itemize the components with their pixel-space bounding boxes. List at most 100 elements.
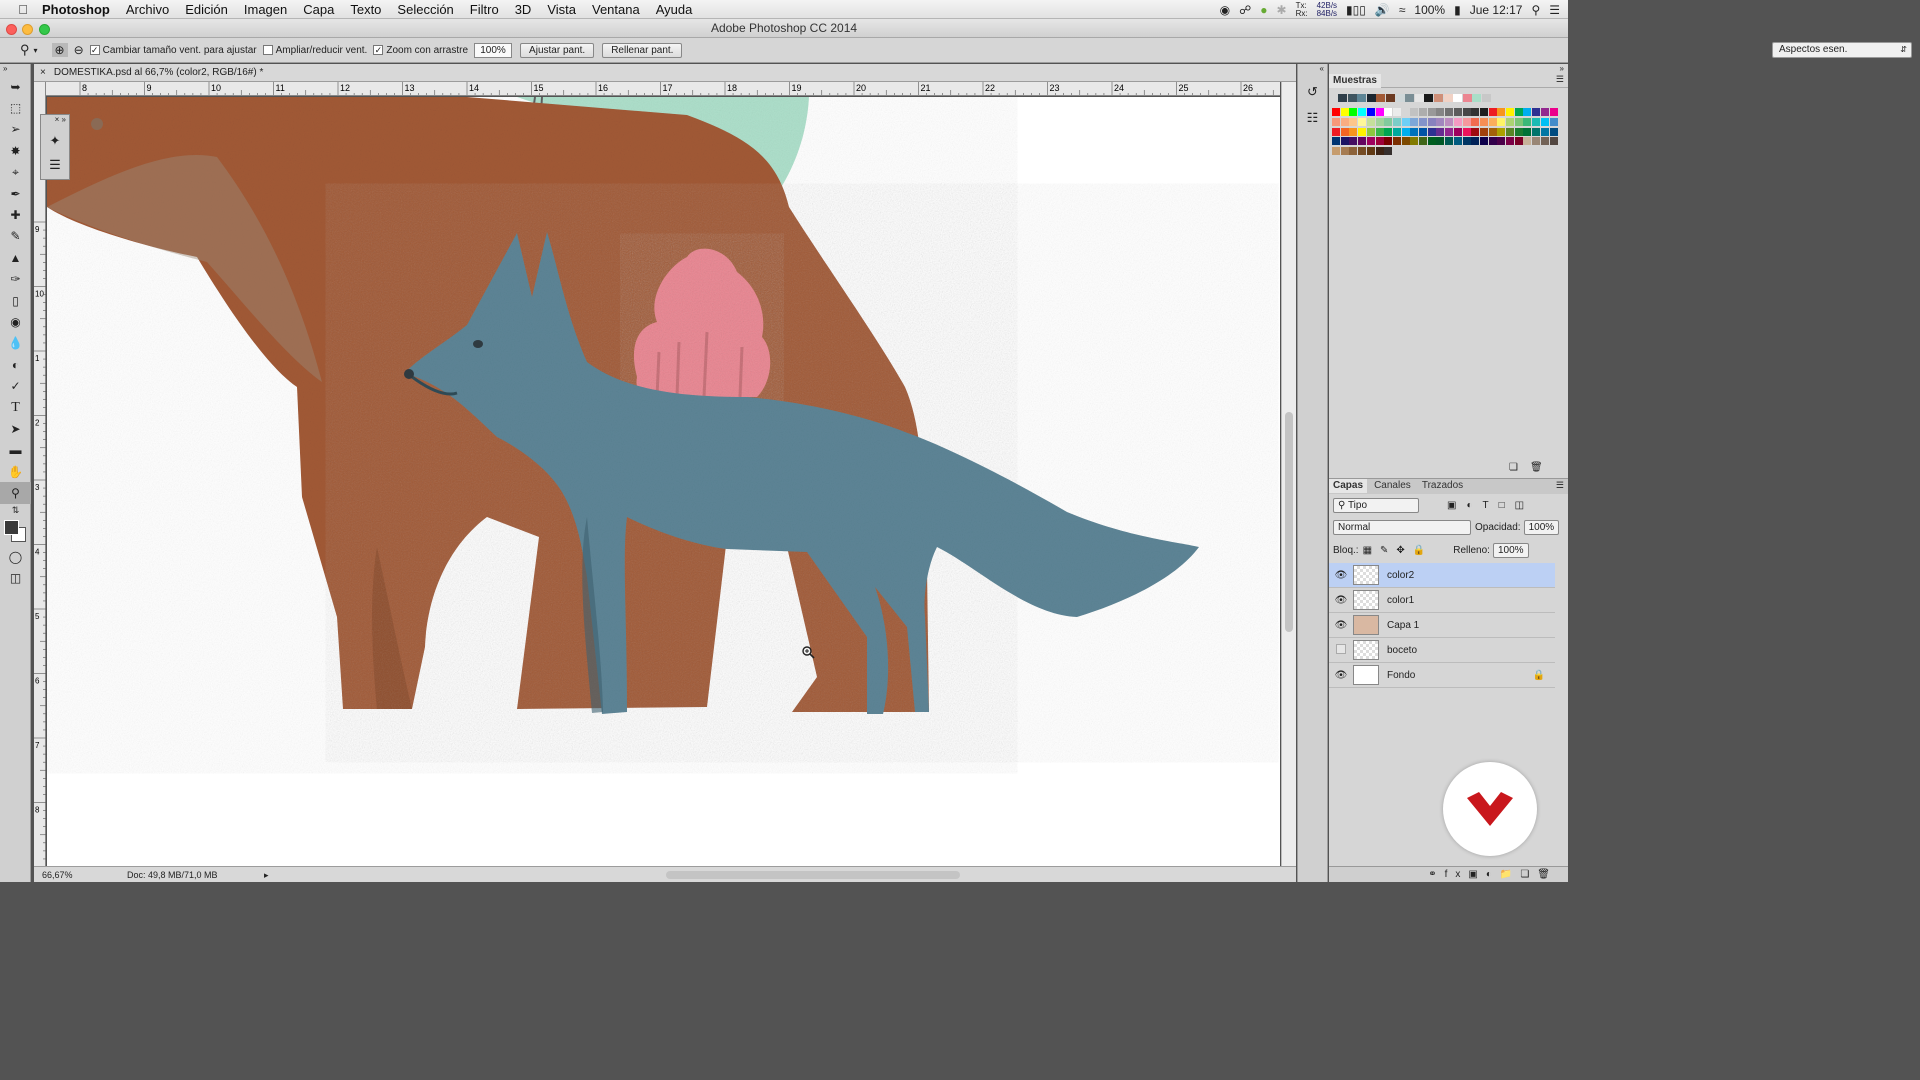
visibility-eye-icon[interactable]: 👁 [1329, 595, 1353, 606]
swatch[interactable] [1358, 137, 1367, 146]
delete-swatch-icon[interactable]: 🗑 [1530, 462, 1555, 473]
zoom-out-icon[interactable]: ⊖ [74, 43, 84, 57]
notification-center-icon[interactable]: ☰ [1549, 3, 1560, 17]
swatch[interactable] [1532, 127, 1541, 136]
swatch[interactable] [1340, 127, 1349, 136]
hand-tool-icon[interactable]: ✋ [0, 461, 31, 482]
swatch[interactable] [1471, 108, 1480, 116]
swatch[interactable] [1338, 94, 1347, 102]
swatch[interactable] [1453, 137, 1462, 146]
scrubby-zoom-option[interactable]: ✓ Zoom con arrastre [373, 45, 468, 56]
zoom-all-checkbox[interactable] [262, 45, 273, 55]
swatch[interactable] [1349, 117, 1358, 126]
swatch[interactable] [1386, 94, 1395, 102]
record-icon[interactable]: ◉ [1220, 3, 1230, 17]
swatch[interactable] [1532, 117, 1541, 126]
brush-settings-icon[interactable]: ☰ [41, 157, 69, 173]
swatch[interactable] [1340, 117, 1349, 126]
swatch[interactable] [1472, 94, 1482, 102]
swatch[interactable] [1506, 117, 1514, 126]
swap-colors-icon[interactable]: ⇅ [0, 504, 31, 518]
rectangle-tool-icon[interactable]: ▬ [0, 440, 31, 461]
swatch[interactable] [1549, 127, 1558, 136]
swatch[interactable] [1332, 117, 1340, 126]
swatch[interactable] [1347, 94, 1357, 102]
quick-mask-icon[interactable]: ◯ [0, 546, 31, 567]
status-menu-arrow-icon[interactable]: ▸ [264, 867, 269, 883]
filter-type-icon[interactable]: T [1483, 500, 1499, 511]
swatches-grid[interactable] [1332, 90, 1558, 198]
zoom-window-button[interactable] [39, 24, 50, 35]
swatch[interactable] [1401, 117, 1410, 126]
filter-adjustment-icon[interactable]: ◐ [1466, 500, 1482, 511]
link-layers-icon[interactable]: ⚭ [1428, 869, 1444, 880]
ruler-vertical[interactable]: 9 10 1 2 3 4 5 6 7 8 [34, 82, 46, 866]
swatch[interactable] [1349, 137, 1358, 146]
layers-menu-icon[interactable]: ☰ [1556, 480, 1564, 491]
swatch[interactable] [1453, 117, 1462, 126]
layer-filter-dropdown[interactable]: ⚲ Tipo [1333, 498, 1419, 513]
swatch[interactable] [1376, 94, 1386, 102]
zoom-in-icon[interactable]: ⊕ [51, 43, 68, 57]
layer-row[interactable]: 👁 color1 [1329, 588, 1555, 613]
layer-row[interactable]: 👁 color2 [1329, 563, 1555, 588]
swatch[interactable] [1445, 108, 1454, 116]
path-selection-tool-icon[interactable]: ➤ [0, 418, 31, 439]
visibility-eye-icon[interactable]: 👁 [1329, 670, 1353, 681]
swatch[interactable] [1471, 137, 1480, 146]
swatch[interactable] [1395, 94, 1405, 102]
new-swatch-icon[interactable]: ❏ [1509, 462, 1530, 473]
swatch[interactable] [1332, 137, 1340, 146]
clone-stamp-tool-icon[interactable]: ▲ [0, 247, 31, 268]
menu-edicion[interactable]: Edición [177, 2, 236, 17]
new-layer-icon[interactable]: ❏ [1520, 869, 1537, 880]
swatch[interactable] [1479, 117, 1488, 126]
menu-3d[interactable]: 3D [507, 2, 540, 17]
swatch[interactable] [1358, 108, 1367, 116]
cpu-meter-icon[interactable]: ▮▯▯ [1346, 3, 1366, 17]
add-mask-icon[interactable]: ▣ [1468, 869, 1485, 880]
swatch[interactable] [1479, 127, 1488, 136]
collapse-tools-icon[interactable]: » [0, 64, 30, 76]
quick-selection-tool-icon[interactable]: ✸ [0, 140, 31, 161]
tool-preset-dropdown-icon[interactable]: ▾ [34, 46, 38, 55]
swatch[interactable] [1540, 127, 1549, 136]
resize-windows-option[interactable]: ✓ Cambiar tamaño vent. para ajustar [89, 45, 257, 56]
horizontal-scroll-thumb[interactable] [666, 871, 960, 879]
vertical-scrollbar[interactable] [1281, 82, 1296, 866]
swatch[interactable] [1497, 137, 1506, 146]
swatch[interactable] [1497, 117, 1506, 126]
swatch[interactable] [1366, 127, 1375, 136]
swatch[interactable] [1366, 147, 1375, 156]
swatch[interactable] [1532, 108, 1541, 116]
swatch[interactable] [1401, 108, 1410, 116]
mini-panel-collapse-icon[interactable]: × » [41, 115, 69, 125]
swatch[interactable] [1497, 108, 1506, 116]
swatch[interactable] [1414, 94, 1424, 102]
swatch[interactable] [1375, 147, 1384, 156]
swatch[interactable] [1445, 137, 1454, 146]
delete-layer-icon[interactable]: 🗑 [1537, 869, 1558, 880]
swatch[interactable] [1375, 137, 1384, 146]
swatch[interactable] [1384, 147, 1393, 156]
lock-all-icon[interactable]: 🔒 [1413, 545, 1433, 556]
swatch[interactable] [1427, 108, 1436, 116]
eyedropper-tool-icon[interactable]: ✒ [0, 183, 31, 204]
minimize-window-button[interactable] [22, 24, 33, 35]
tab-paths[interactable]: Trazados [1418, 479, 1467, 493]
swatch[interactable] [1375, 108, 1384, 116]
creative-cloud-icon[interactable]: ☍ [1239, 3, 1251, 17]
brush-tool-icon[interactable]: ✎ [0, 226, 31, 247]
swatch[interactable] [1366, 108, 1375, 116]
swatch[interactable] [1366, 94, 1376, 102]
swatch[interactable] [1514, 117, 1523, 126]
menu-capa[interactable]: Capa [295, 2, 342, 17]
type-tool-icon[interactable]: T [0, 397, 31, 418]
swatch[interactable] [1410, 117, 1419, 126]
opacity-field[interactable]: 100% [1523, 520, 1560, 535]
close-window-button[interactable] [6, 24, 17, 35]
swatch[interactable] [1506, 108, 1514, 116]
document-canvas[interactable] [47, 97, 1280, 866]
history-brush-tool-icon[interactable]: ✑ [0, 269, 31, 290]
resize-windows-checkbox[interactable]: ✓ [89, 45, 100, 55]
